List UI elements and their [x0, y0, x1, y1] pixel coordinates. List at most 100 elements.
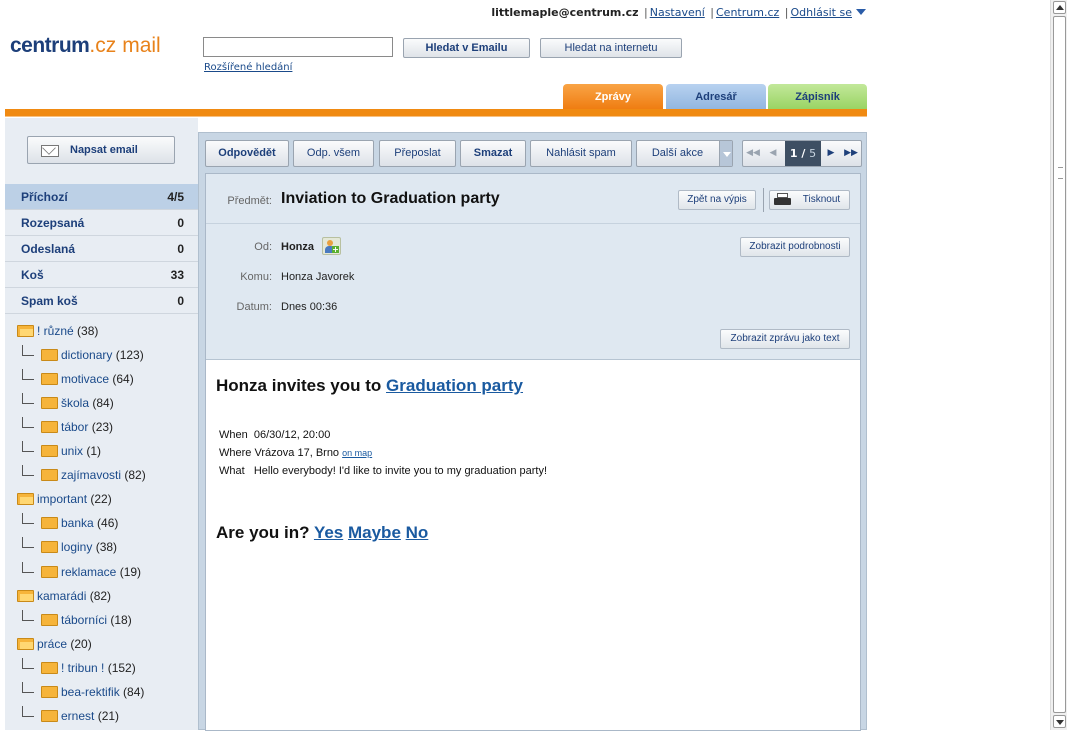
print-button[interactable]: Tisknout [769, 190, 850, 210]
date-label: Datum: [236, 301, 272, 313]
folder-tree-item[interactable]: ernest (21) [22, 704, 119, 728]
folder-icon [41, 373, 58, 385]
folder-icon [41, 349, 58, 361]
folder-inbox[interactable]: Příchozí 4/5 [5, 184, 198, 210]
show-details-button[interactable]: Zobrazit podrobnosti [740, 237, 850, 257]
search-input[interactable] [203, 37, 393, 57]
folder-icon [41, 445, 58, 457]
reply-button[interactable]: Odpovědět [205, 140, 289, 167]
folder-icon [41, 686, 58, 698]
search-web-button[interactable]: Hledat na internetu [540, 38, 682, 58]
rsvp-maybe-link[interactable]: Maybe [348, 523, 401, 542]
folder-drafts[interactable]: Rozepsaná 0 [5, 210, 198, 236]
report-spam-button[interactable]: Nahlásit spam [530, 140, 632, 167]
folder-open-icon [17, 590, 34, 602]
folder-icon [41, 662, 58, 674]
scrollbar-thumb[interactable] [1053, 16, 1066, 713]
folder-icon [41, 710, 58, 722]
folder-tree-item[interactable]: škola (84) [22, 391, 114, 415]
more-actions-dropdown[interactable]: Další akce [636, 140, 733, 167]
from-label: Od: [254, 241, 272, 253]
message-panel: Předmět: Inviation to Graduation party Z… [205, 173, 861, 731]
folder-tree-item[interactable]: ! různé (38) [17, 319, 98, 343]
vertical-scrollbar[interactable] [1050, 0, 1067, 730]
folder-spam[interactable]: Spam koš 0 [5, 288, 198, 314]
tab-messages[interactable]: Zprávy [563, 84, 663, 109]
advanced-search-link[interactable]: Rozšířené hledání [204, 62, 292, 73]
folder-icon [41, 566, 58, 578]
next-page-icon[interactable]: ▶ [821, 141, 841, 166]
show-as-text-button[interactable]: Zobrazit zprávu jako text [720, 329, 850, 349]
folder-tree-item[interactable]: unix (1) [22, 439, 101, 463]
reply-all-button[interactable]: Odp. všem [293, 140, 374, 167]
date-value: Dnes 00:36 [281, 301, 338, 313]
folder-tree-item[interactable]: zajímavosti (82) [22, 463, 146, 487]
message-area: Odpovědět Odp. všem Přeposlat Smazat Nah… [198, 132, 867, 731]
printer-icon [774, 193, 791, 207]
first-page-icon[interactable]: ◀◀ [743, 141, 763, 166]
folder-tree-item[interactable]: tábor (23) [22, 415, 113, 439]
invite-title: Honza invites you to Graduation party [216, 376, 523, 395]
last-page-icon[interactable]: ▶▶ [841, 141, 861, 166]
user-bar: littlemaple@centrum.cz | Nastavení | Centr… [491, 6, 866, 19]
event-where: Where Vrázova 17, Brno on map [219, 447, 373, 459]
separator: | [644, 6, 648, 19]
forward-button[interactable]: Přeposlat [379, 140, 456, 167]
folder-tree-item[interactable]: loginy (38) [22, 535, 117, 559]
event-what: What Hello everybody! I'd like to invite… [219, 465, 547, 477]
event-link[interactable]: Graduation party [386, 376, 523, 395]
delete-button[interactable]: Smazat [460, 140, 526, 167]
search-email-button[interactable]: Hledat v Emailu [403, 38, 530, 58]
message-header: Předmět: Inviation to Graduation party Z… [206, 174, 860, 360]
separator: | [710, 6, 714, 19]
prev-page-icon[interactable]: ◀ [763, 141, 783, 166]
folder-tree-item[interactable]: reklamace (19) [22, 560, 141, 584]
page-indicator: 1 / 5 [785, 141, 821, 166]
back-to-list-button[interactable]: Zpět na výpis [678, 190, 756, 210]
subject-label: Předmět: [227, 195, 272, 207]
mail-app: littlemaple@centrum.cz | Nastavení | Centr… [0, 0, 1050, 731]
folder-tree-item[interactable]: bea-rektifik (84) [22, 680, 144, 704]
folder-tree-item[interactable]: important (22) [17, 487, 112, 511]
to-label: Komu: [240, 271, 272, 283]
folder-sent[interactable]: Odeslaná 0 [5, 236, 198, 262]
folder-icon [41, 469, 58, 481]
user-email: littlemaple@centrum.cz [491, 6, 639, 19]
pager: ◀◀ ◀ 1 / 5 ▶ ▶▶ [742, 140, 862, 167]
scroll-down-icon[interactable] [1053, 715, 1066, 728]
folder-tree-item[interactable]: motivace (64) [22, 367, 134, 391]
sidebar: Napsat email Příchozí 4/5 Rozepsaná 0 Odes… [5, 118, 198, 730]
rsvp-yes-link[interactable]: Yes [314, 523, 343, 542]
tab-underline-bar [5, 109, 867, 116]
to-value: Honza Javorek [281, 271, 355, 283]
folder-tree-item[interactable]: ! tribun ! (152) [22, 656, 136, 680]
add-contact-icon[interactable]: + [322, 237, 341, 255]
on-map-link[interactable]: on map [342, 448, 372, 458]
compose-button[interactable]: Napsat email [27, 136, 175, 164]
folder-icon [41, 517, 58, 529]
centrum-link[interactable]: Centrum.cz [716, 6, 779, 19]
event-when: When 06/30/12, 20:00 [219, 429, 331, 441]
envelope-icon [41, 145, 59, 157]
folder-tree-item[interactable]: práce (20) [17, 632, 92, 656]
rsvp-no-link[interactable]: No [406, 523, 429, 542]
folder-tree-item[interactable]: banka (46) [22, 511, 118, 535]
folder-icon [41, 421, 58, 433]
folder-tree-item[interactable]: dictionary (123) [22, 343, 144, 367]
folder-open-icon [17, 638, 34, 650]
folder-tree-item[interactable]: kamarádi (82) [17, 584, 111, 608]
folder-icon [41, 397, 58, 409]
settings-link[interactable]: Nastavení [650, 6, 705, 19]
folder-icon [41, 614, 58, 626]
folder-tree-item[interactable]: táborníci (18) [22, 608, 132, 632]
centrum-mail-logo[interactable]: centrum.cz mail [10, 34, 161, 58]
divider [5, 116, 867, 117]
tab-addressbook[interactable]: Adresář [666, 84, 766, 109]
subject-value: Inviation to Graduation party [281, 190, 500, 207]
folder-trash[interactable]: Koš 33 [5, 262, 198, 288]
tab-notebook[interactable]: Zápisník [768, 84, 867, 109]
logout-link[interactable]: Odhlásit se [790, 6, 852, 19]
scroll-up-icon[interactable] [1053, 1, 1066, 14]
chevron-down-icon[interactable] [856, 9, 866, 15]
subject-row: Předmět: Inviation to Graduation party Z… [206, 174, 860, 224]
